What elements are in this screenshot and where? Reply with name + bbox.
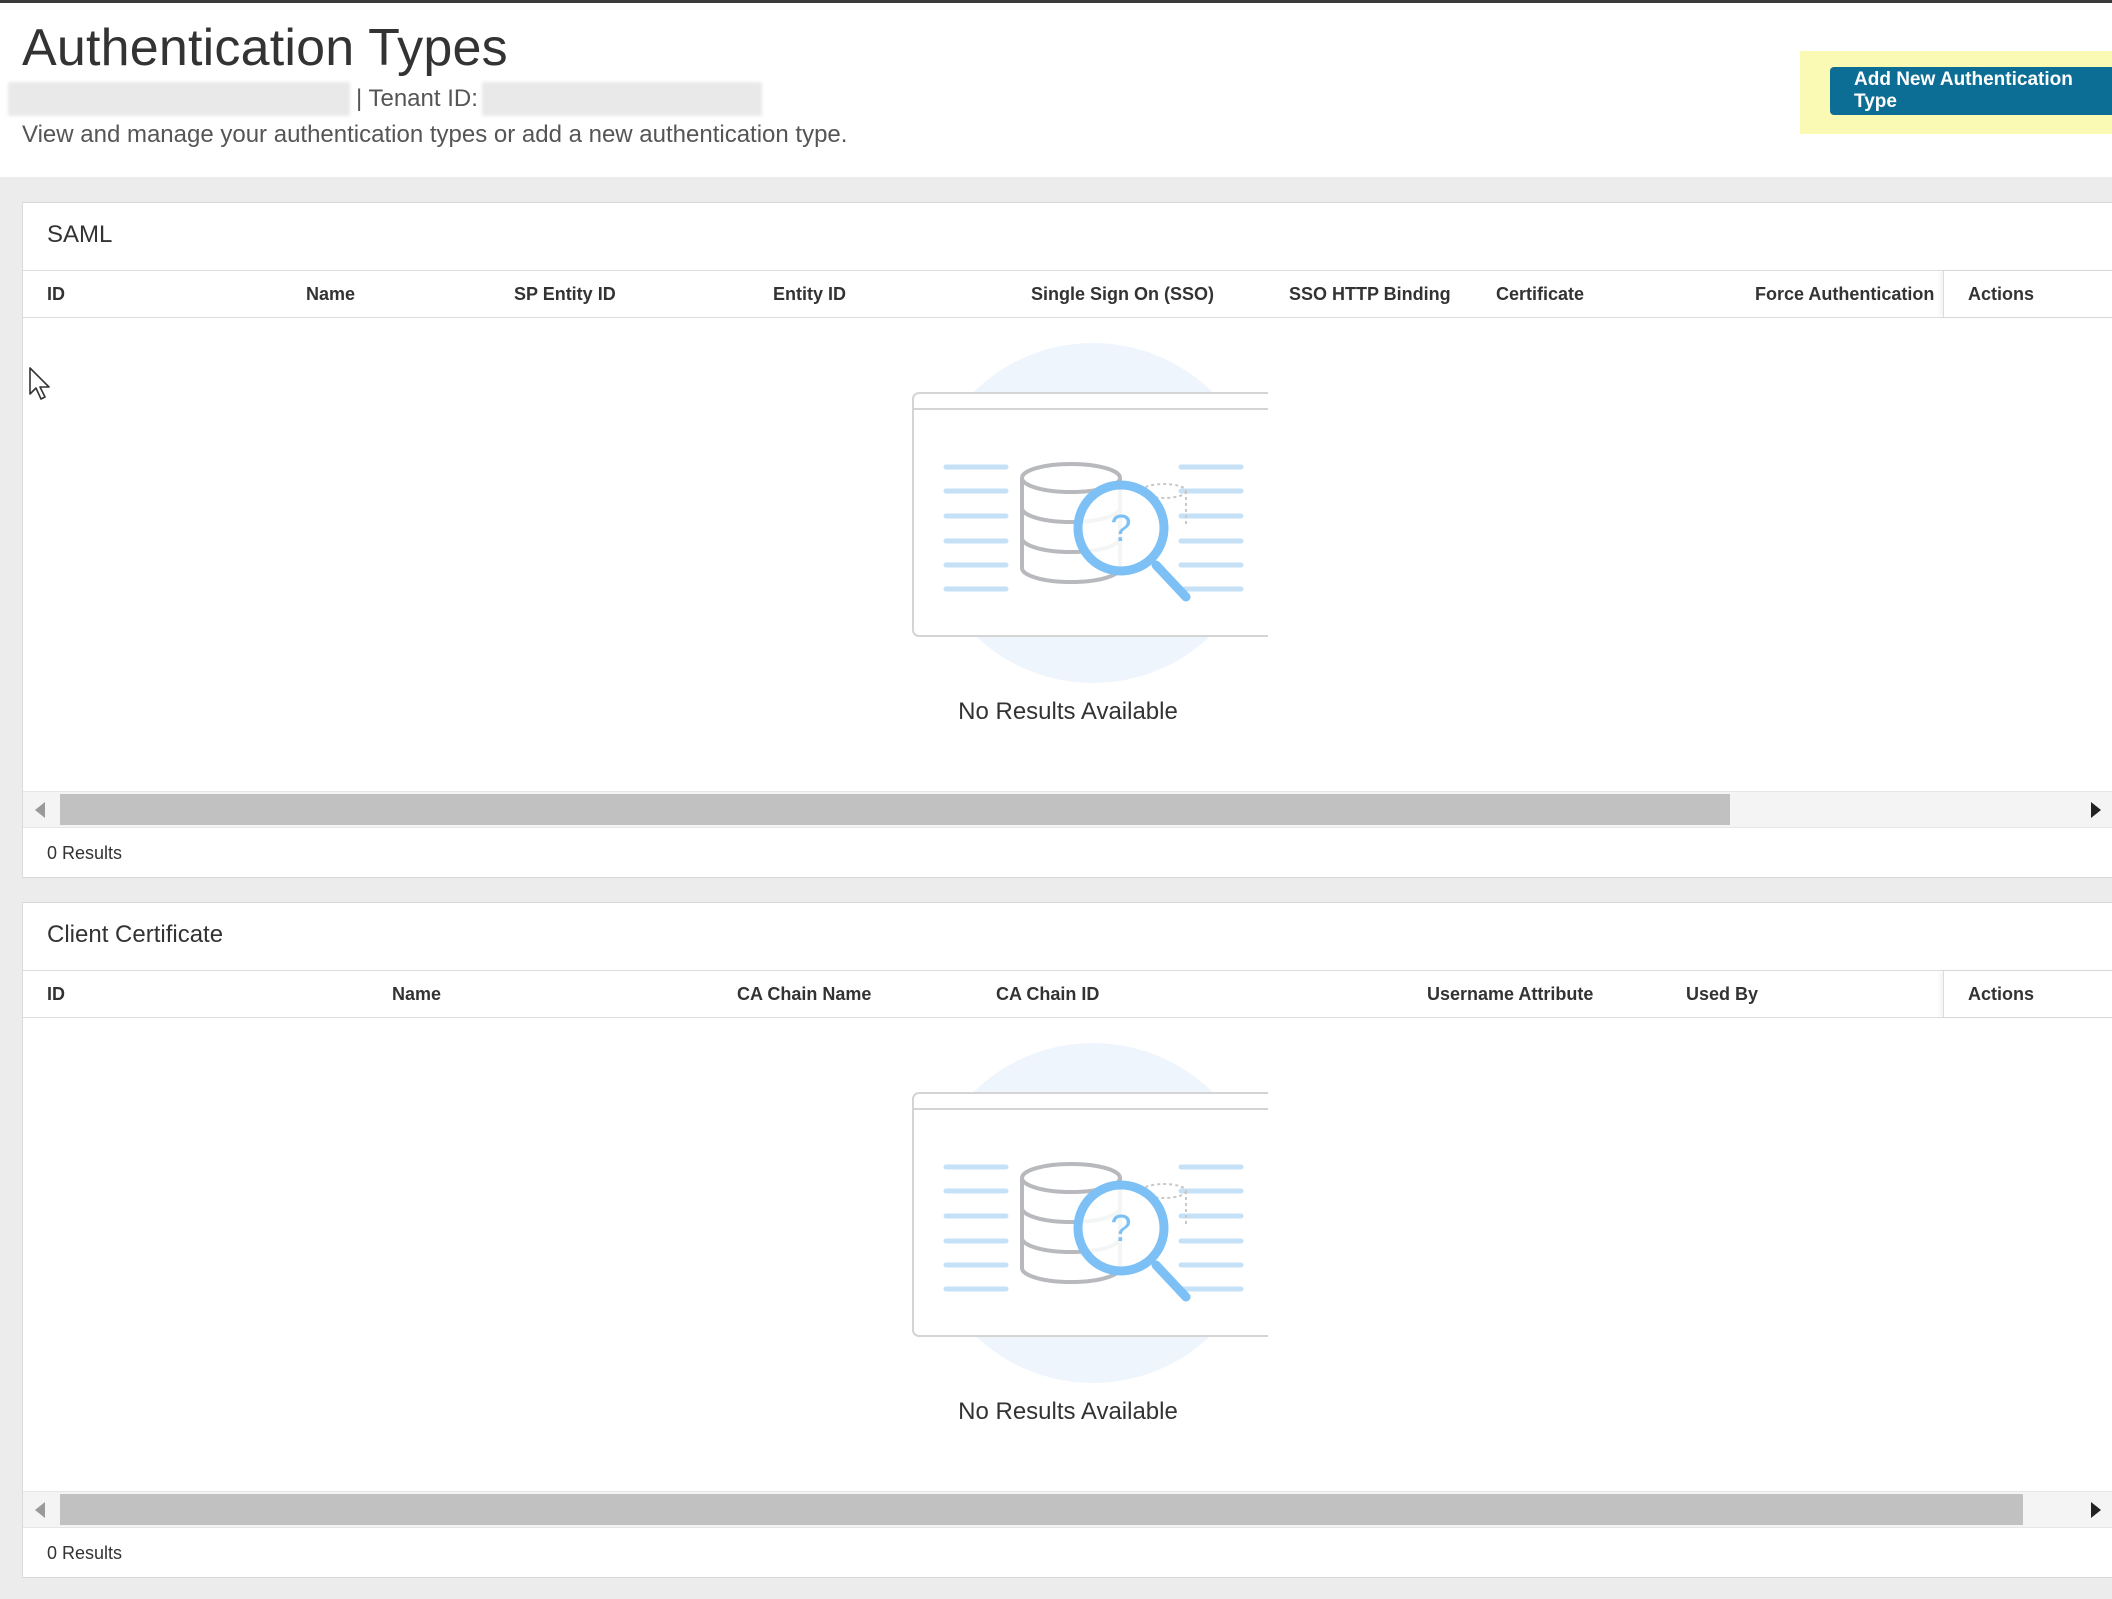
- column-header-entity-id[interactable]: Entity ID: [773, 271, 846, 317]
- saml-title: SAML: [47, 221, 113, 248]
- column-header-used-by[interactable]: Used By: [1686, 971, 1758, 1017]
- client-certificate-title: Client Certificate: [47, 921, 224, 948]
- page-subtitle: View and manage your authentication type…: [22, 121, 848, 148]
- results-count: 0 Results: [47, 1543, 123, 1563]
- empty-database-search-icon: ?: [912, 1043, 1268, 1383]
- empty-state-text: No Results Available: [958, 1398, 1178, 1425]
- svg-text:?: ?: [1110, 1208, 1131, 1250]
- column-header-sp-entity-id[interactable]: SP Entity ID: [514, 271, 616, 317]
- client-certificate-card: Client Certificate ID Name CA Chain Name…: [22, 902, 2112, 1578]
- add-button-highlight: Add New Authentication Type: [1800, 51, 2112, 134]
- horizontal-scrollbar[interactable]: [23, 1491, 2112, 1528]
- column-header-sso[interactable]: Single Sign On (SSO): [1031, 271, 1214, 317]
- column-header-ca-chain-name[interactable]: CA Chain Name: [737, 971, 871, 1017]
- scroll-left-icon[interactable]: [35, 802, 45, 818]
- actions-header-label: Actions: [1968, 984, 2035, 1004]
- column-header-ca-chain-id[interactable]: CA Chain ID: [996, 971, 1099, 1017]
- tenant-id-label: | Tenant ID:: [356, 85, 478, 112]
- actions-column-header: Actions: [1943, 271, 2112, 317]
- scrollbar-thumb[interactable]: [60, 794, 1730, 825]
- column-header-id[interactable]: ID: [47, 271, 65, 317]
- redacted-tenant-id: [481, 82, 762, 116]
- scroll-right-icon[interactable]: [2091, 802, 2101, 818]
- horizontal-scrollbar[interactable]: [23, 791, 2112, 828]
- tenant-info: | Tenant ID:: [8, 82, 762, 116]
- scroll-left-icon[interactable]: [35, 1502, 45, 1518]
- client-certificate-table-header: ID Name CA Chain Name CA Chain ID Userna…: [23, 970, 2112, 1018]
- redacted-tenant-name: [8, 82, 350, 116]
- empty-database-search-icon: ?: [912, 343, 1268, 683]
- column-header-username-attribute[interactable]: Username Attribute: [1427, 971, 1593, 1017]
- page-title: Authentication Types: [22, 19, 508, 77]
- mouse-cursor-icon: [29, 367, 50, 400]
- scrollbar-thumb[interactable]: [60, 1494, 2023, 1525]
- add-new-authentication-type-button[interactable]: Add New Authentication Type: [1830, 67, 2112, 115]
- results-count: 0 Results: [47, 843, 123, 863]
- saml-card: SAML ID Name SP Entity ID Entity ID Sing…: [22, 202, 2112, 878]
- page-header: Authentication Types | Tenant ID: View a…: [0, 3, 2112, 177]
- svg-text:?: ?: [1110, 508, 1131, 550]
- column-header-certificate[interactable]: Certificate: [1496, 271, 1584, 317]
- scroll-right-icon[interactable]: [2091, 1502, 2101, 1518]
- column-header-force-authentication[interactable]: Force Authentication: [1755, 271, 1934, 317]
- actions-header-label: Actions: [1968, 284, 2035, 304]
- column-header-id[interactable]: ID: [47, 971, 65, 1017]
- empty-state-text: No Results Available: [958, 698, 1178, 725]
- column-header-name[interactable]: Name: [306, 271, 355, 317]
- column-header-name[interactable]: Name: [392, 971, 441, 1017]
- actions-column-header: Actions: [1943, 971, 2112, 1017]
- column-header-sso-http-binding[interactable]: SSO HTTP Binding: [1289, 271, 1451, 317]
- saml-table-header: ID Name SP Entity ID Entity ID Single Si…: [23, 270, 2112, 318]
